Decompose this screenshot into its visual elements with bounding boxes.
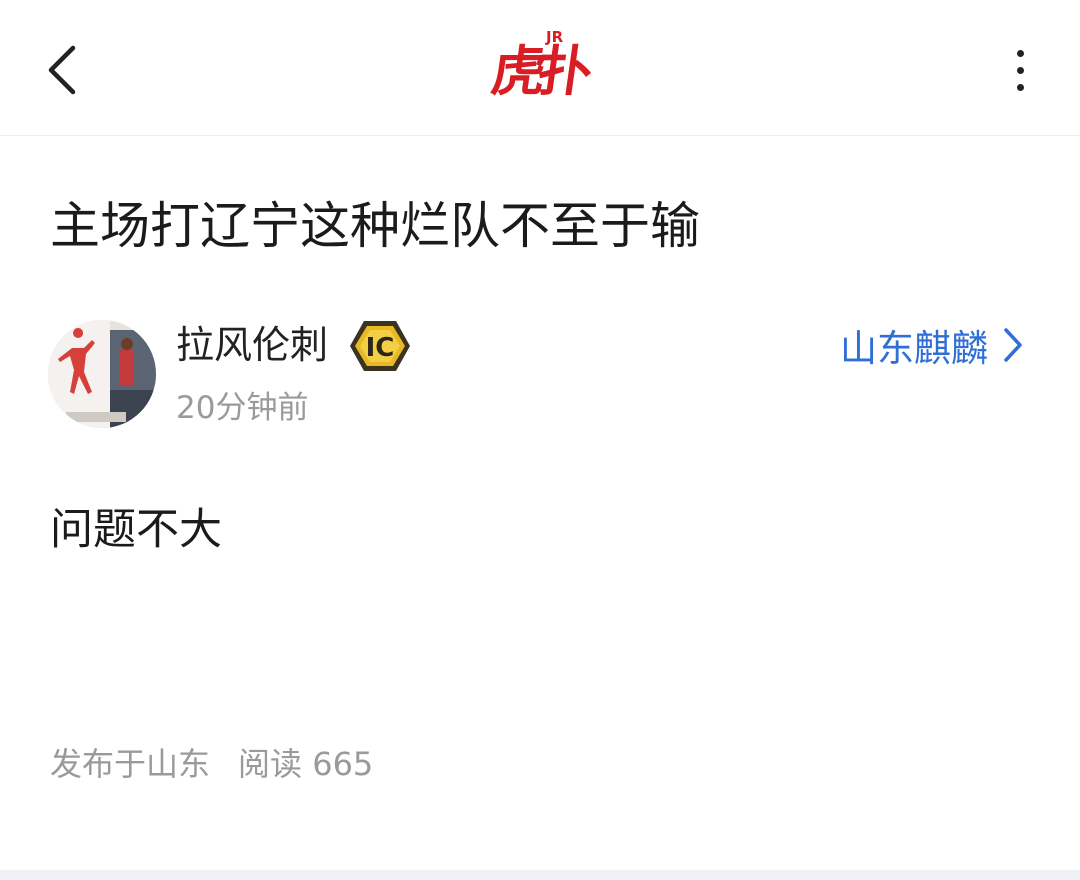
back-button[interactable] bbox=[40, 40, 84, 100]
badge-text: IC bbox=[366, 333, 395, 363]
author-avatar[interactable] bbox=[48, 320, 156, 428]
team-board-link[interactable]: 山东麒麟 bbox=[840, 318, 1024, 372]
top-nav-bar: JR 虎扑 bbox=[0, 0, 1080, 136]
read-count: 665 bbox=[312, 745, 374, 783]
vertical-ellipsis-icon bbox=[1016, 49, 1024, 57]
author-name[interactable]: 拉风伦刺 bbox=[176, 318, 328, 372]
avatar-image bbox=[48, 320, 156, 428]
post-meta: 发布于山东 阅读 665 bbox=[50, 740, 373, 788]
more-options-button[interactable] bbox=[1000, 38, 1040, 102]
hupu-logo: JR 虎扑 bbox=[488, 28, 589, 110]
read-count-label: 阅读 bbox=[238, 745, 303, 783]
post-time: 20分钟前 bbox=[176, 390, 309, 426]
team-board-label: 山东麒麟 bbox=[840, 327, 988, 370]
badge-icon: IC bbox=[350, 321, 410, 371]
level-badge: IC bbox=[348, 318, 412, 374]
section-divider bbox=[0, 870, 1080, 880]
vertical-ellipsis-icon bbox=[1016, 83, 1024, 91]
post-body: 问题不大 bbox=[50, 505, 222, 555]
chevron-left-icon bbox=[48, 45, 76, 95]
post-location: 发布于山东 bbox=[50, 745, 211, 783]
logo-main-text: 虎扑 bbox=[487, 40, 589, 103]
post-title: 主场打辽宁这种烂队不至于输 bbox=[50, 197, 700, 255]
vertical-ellipsis-icon bbox=[1016, 66, 1024, 74]
chevron-right-icon bbox=[1004, 328, 1022, 362]
